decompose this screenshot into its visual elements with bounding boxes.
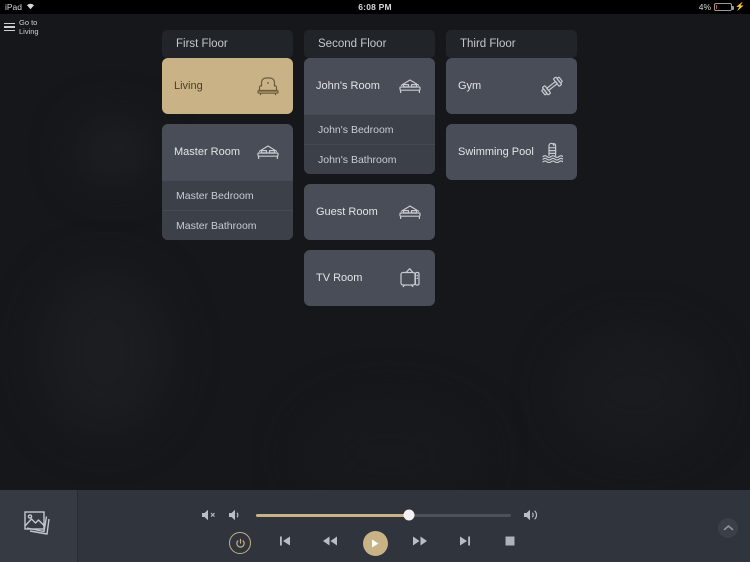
status-bar-right: 4% ⚡ — [699, 0, 745, 14]
room-sub-item[interactable]: John's Bedroom — [304, 114, 435, 144]
room-card: Guest Room — [304, 184, 435, 240]
column-third-floor: Gym Swimming Pool — [446, 58, 577, 190]
room-card-title: Master Room — [174, 146, 241, 158]
next-track-icon — [458, 534, 472, 552]
battery-percent-label: 4% — [698, 2, 712, 12]
previous-track-icon — [278, 534, 292, 552]
next-track-button[interactable] — [443, 530, 488, 556]
bed-icon — [397, 200, 423, 224]
top-navigation: Go to Living First Floor Second Floor Th… — [0, 14, 750, 58]
floor-tab-bar: First Floor Second Floor Third Floor — [0, 14, 750, 58]
tab-first-floor[interactable]: First Floor — [162, 30, 293, 58]
room-card: Gym — [446, 58, 577, 114]
room-card-header[interactable]: John's Room — [304, 58, 435, 114]
fast-forward-button[interactable] — [398, 530, 443, 556]
column-second-floor: John's Room John's Bedroom John's Bathroom… — [304, 58, 435, 316]
room-sub-item[interactable]: Master Bedroom — [162, 180, 293, 210]
volume-slider-knob[interactable] — [403, 509, 415, 521]
room-card: TV Room — [304, 250, 435, 306]
room-card-header[interactable]: Swimming Pool — [446, 124, 577, 180]
volume-slider[interactable] — [256, 509, 511, 521]
background-blob — [78, 120, 150, 182]
tab-third-floor-label: Third Floor — [460, 38, 516, 50]
fast-forward-icon — [412, 534, 428, 552]
stop-button[interactable] — [488, 530, 533, 556]
tab-first-floor-label: First Floor — [176, 38, 228, 50]
room-card: Living — [162, 58, 293, 114]
power-button[interactable] — [218, 530, 263, 556]
room-card-header[interactable]: Master Room — [162, 124, 293, 180]
room-card-title: Gym — [458, 80, 482, 92]
room-sub-item[interactable]: Master Bathroom — [162, 210, 293, 240]
tab-second-floor-label: Second Floor — [318, 38, 387, 50]
battery-charging-icon — [714, 3, 735, 11]
volume-mute-icon[interactable] — [196, 504, 222, 526]
bed-icon — [397, 74, 423, 98]
media-control-bar — [0, 490, 750, 562]
dumbbell-icon — [539, 74, 565, 98]
play-button[interactable] — [353, 530, 398, 556]
room-card-title: TV Room — [316, 272, 363, 284]
room-sub-item[interactable]: John's Bathroom — [304, 144, 435, 174]
pool-ladder-icon — [539, 140, 565, 164]
room-card-title: John's Room — [316, 80, 380, 92]
charging-bolt-icon: ⚡ — [735, 2, 745, 11]
background-blob — [560, 330, 710, 450]
room-card-header[interactable]: TV Room — [304, 250, 435, 306]
stop-icon — [504, 534, 516, 552]
tab-second-floor[interactable]: Second Floor — [304, 30, 435, 58]
volume-down-icon[interactable] — [222, 504, 248, 526]
status-bar: iPad 6:08 PM 4% ⚡ — [0, 0, 750, 14]
background-blob — [40, 270, 170, 435]
tab-third-floor[interactable]: Third Floor — [446, 30, 577, 58]
room-card: Master Room Master Bedroom Master Bathroom — [162, 124, 293, 240]
power-icon — [229, 532, 251, 554]
room-card-title: Guest Room — [316, 206, 378, 218]
play-icon — [362, 530, 388, 556]
rewind-button[interactable] — [308, 530, 353, 556]
room-card-title: Swimming Pool — [458, 146, 534, 158]
room-card-header[interactable]: Living — [162, 58, 293, 114]
room-card: John's Room John's Bedroom John's Bathroom — [304, 58, 435, 174]
volume-control-row — [196, 504, 545, 526]
column-first-floor: Living Master Room Master Bedroom Master Ba… — [162, 58, 293, 250]
volume-slider-fill — [256, 513, 409, 517]
room-card-header[interactable]: Gym — [446, 58, 577, 114]
transport-controls — [0, 530, 750, 556]
tv-icon — [397, 266, 423, 290]
room-card-title: Living — [174, 80, 203, 92]
sofa-icon — [255, 74, 281, 98]
room-card: Swimming Pool — [446, 124, 577, 180]
bed-icon — [255, 140, 281, 164]
expand-panel-button[interactable] — [718, 518, 738, 538]
chevron-up-icon — [723, 519, 734, 537]
room-card-header[interactable]: Guest Room — [304, 184, 435, 240]
previous-track-button[interactable] — [263, 530, 308, 556]
rewind-icon — [322, 534, 338, 552]
volume-up-icon[interactable] — [519, 504, 545, 526]
status-bar-time: 6:08 PM — [358, 2, 392, 12]
app-root: iPad 6:08 PM 4% ⚡ Go to Living First Flo… — [0, 0, 750, 562]
